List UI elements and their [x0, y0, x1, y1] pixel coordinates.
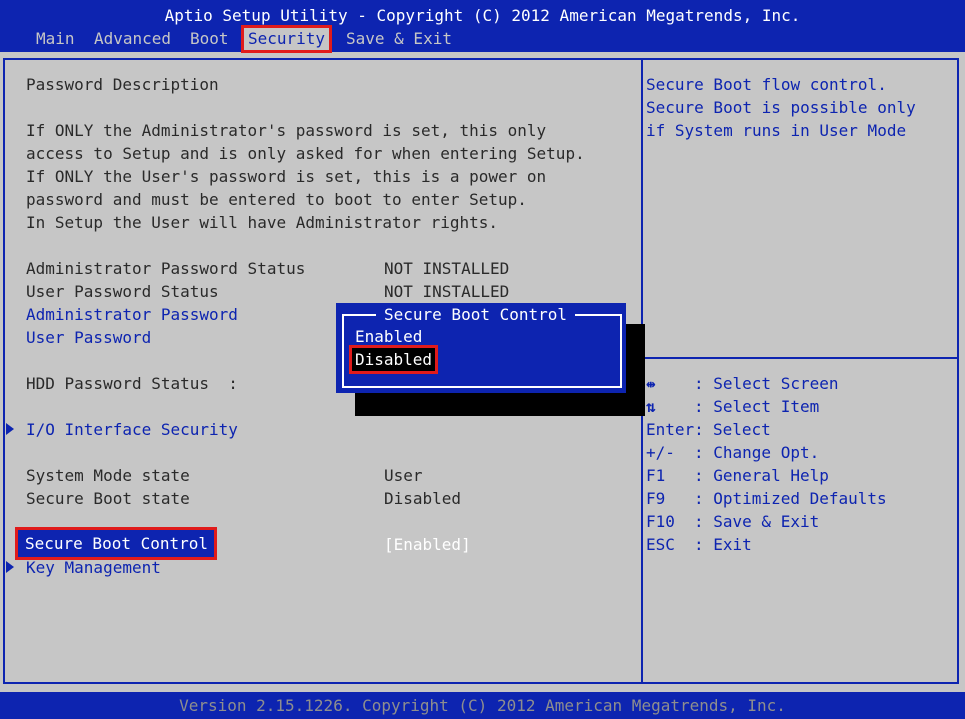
description-title: Password Description	[26, 75, 219, 94]
admin-password-status-value: NOT INSTALLED	[384, 259, 510, 278]
description-line: In Setup the User will have Administrato…	[26, 213, 499, 232]
key-help-desc: : Change Opt.	[694, 443, 820, 462]
hdd-password-status-label: HDD Password Status :	[26, 374, 238, 393]
help-text-line: if System runs in User Mode	[646, 121, 907, 140]
description-line: If ONLY the Administrator's password is …	[26, 121, 547, 140]
tab-boot[interactable]: Boot	[190, 28, 229, 50]
admin-password-status-label: Administrator Password Status	[26, 259, 306, 278]
key-help-desc: : Save & Exit	[694, 512, 820, 531]
key-help-key: +/-	[646, 443, 675, 462]
popup-option-disabled[interactable]: Disabled	[348, 345, 439, 374]
key-help-key: ESC	[646, 535, 675, 554]
key-help-key: Enter:	[646, 420, 704, 439]
user-password-status-value: NOT INSTALLED	[384, 282, 510, 301]
system-mode-state-value: User	[384, 466, 423, 485]
administrator-password-item[interactable]: Administrator Password	[26, 303, 238, 326]
secure-boot-control-popup: Secure Boot Control Enabled Disabled	[336, 303, 626, 393]
popup-title: Secure Boot Control	[376, 303, 576, 326]
tab-save-exit[interactable]: Save & Exit	[346, 28, 452, 50]
tab-security[interactable]: Security	[240, 25, 333, 53]
description-line: password and must be entered to boot to …	[26, 190, 527, 209]
secure-boot-control-item[interactable]: Secure Boot Control	[14, 527, 218, 560]
popup-option-enabled[interactable]: Enabled	[355, 325, 422, 348]
help-text-line: Secure Boot flow control.	[646, 75, 887, 94]
key-help-desc: Select	[713, 420, 771, 439]
key-help-key: F9	[646, 489, 666, 508]
help-divider	[643, 357, 957, 359]
submenu-arrow-icon	[6, 423, 14, 435]
help-panel	[641, 58, 959, 684]
up-down-arrows-icon: ⇅	[646, 397, 656, 416]
secure-boot-state-value: Disabled	[384, 489, 462, 508]
key-help-key: F10	[646, 512, 675, 531]
key-help-desc: : Exit	[694, 535, 752, 554]
description-line: If ONLY the User's password is set, this…	[26, 167, 547, 186]
tab-advanced[interactable]: Advanced	[94, 28, 171, 50]
system-mode-state-label: System Mode state	[26, 466, 190, 485]
left-right-arrows-icon: ⇹	[646, 374, 656, 393]
key-management-item[interactable]: Key Management	[26, 556, 161, 579]
user-password-item[interactable]: User Password	[26, 326, 151, 349]
app-title: Aptio Setup Utility - Copyright (C) 2012…	[164, 6, 801, 25]
key-help-desc: : Optimized Defaults	[694, 489, 887, 508]
key-help-desc: : General Help	[694, 466, 829, 485]
tab-main[interactable]: Main	[36, 28, 75, 50]
secure-boot-control-value[interactable]: [Enabled]	[384, 533, 471, 556]
submenu-arrow-icon	[6, 561, 14, 573]
title-bar: Aptio Setup Utility - Copyright (C) 2012…	[0, 0, 965, 53]
version-text: Version 2.15.1226. Copyright (C) 2012 Am…	[179, 696, 786, 715]
key-help-key: F1	[646, 466, 666, 485]
footer-bar: Version 2.15.1226. Copyright (C) 2012 Am…	[0, 692, 965, 719]
io-interface-security-item[interactable]: I/O Interface Security	[26, 418, 238, 441]
secure-boot-state-label: Secure Boot state	[26, 489, 190, 508]
help-text-line: Secure Boot is possible only	[646, 98, 916, 117]
description-line: access to Setup and is only asked for wh…	[26, 144, 585, 163]
key-help-desc: : Select Item	[694, 397, 820, 416]
user-password-status-label: User Password Status	[26, 282, 219, 301]
key-help-desc: : Select Screen	[694, 374, 839, 393]
